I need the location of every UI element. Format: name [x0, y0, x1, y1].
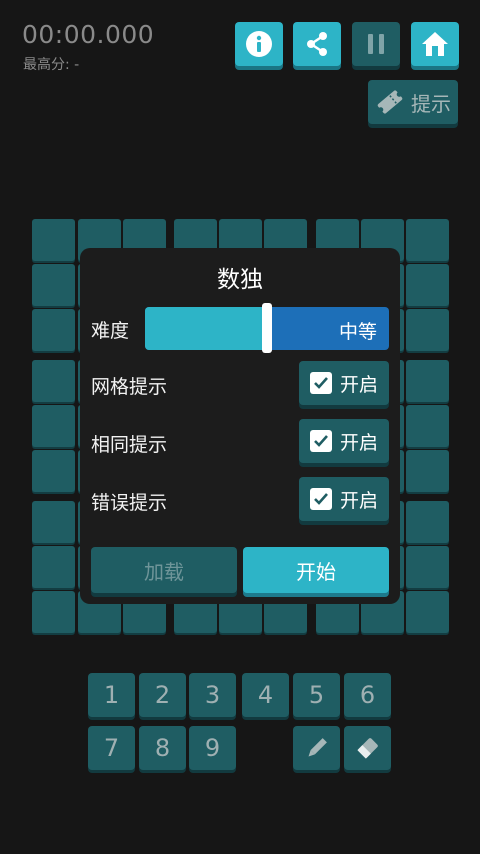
grid-cell-r1c9[interactable]	[406, 219, 449, 261]
toggle-label: 开启	[339, 489, 378, 512]
home-icon	[422, 32, 448, 56]
grid-cell-r6c1[interactable]	[32, 450, 75, 492]
grid-cell-r9c9[interactable]	[406, 591, 449, 633]
grid-cell-r7c1[interactable]	[32, 501, 75, 543]
checkbox	[309, 488, 332, 510]
difficulty-value: 中等	[338, 321, 377, 343]
checkbox	[309, 372, 332, 394]
ticket-icon	[377, 90, 403, 114]
grid-cell-r3c9[interactable]	[406, 309, 449, 351]
number-key-2[interactable]: 2	[139, 673, 186, 717]
grid-cell-r7c9[interactable]	[406, 501, 449, 543]
number-key-1[interactable]: 1	[88, 673, 135, 717]
difficulty-label: 难度	[91, 320, 130, 342]
grid-cell-r4c9[interactable]	[406, 360, 449, 402]
checkmark-icon	[314, 493, 328, 505]
grid-cell-r9c1[interactable]	[32, 591, 75, 633]
grid-cell-r6c9[interactable]	[406, 450, 449, 492]
toggle-label: 开启	[339, 373, 378, 396]
info-button[interactable]	[235, 22, 283, 66]
grid-cell-r2c9[interactable]	[406, 264, 449, 306]
same-hint-toggle[interactable]: 开启	[299, 419, 389, 463]
difficulty-slider-fill	[145, 307, 267, 350]
timer: 00:00.000	[22, 20, 155, 49]
eraser-icon	[356, 738, 378, 759]
grid-cell-r5c1[interactable]	[32, 405, 75, 447]
load-button[interactable]: 加载	[91, 547, 237, 593]
checkbox	[309, 430, 332, 452]
error-hint-toggle[interactable]: 开启	[299, 477, 389, 521]
number-key-3[interactable]: 3	[189, 673, 236, 717]
checkmark-icon	[314, 435, 328, 447]
grid-cell-r1c1[interactable]	[32, 219, 75, 261]
same-hint-label: 相同提示	[91, 434, 168, 456]
error-hint-label: 错误提示	[91, 492, 168, 514]
best-score: 最高分: -	[23, 57, 80, 73]
grid-cell-r2c1[interactable]	[32, 264, 75, 306]
grid-cell-r3c1[interactable]	[32, 309, 75, 351]
grid-cell-r8c1[interactable]	[32, 546, 75, 588]
number-key-5[interactable]: 5	[293, 673, 340, 717]
grid-cell-r5c9[interactable]	[406, 405, 449, 447]
eraser-button[interactable]	[344, 726, 391, 770]
grid-hint-toggle[interactable]: 开启	[299, 361, 389, 405]
grid-cell-r8c9[interactable]	[406, 546, 449, 588]
grid-hint-label: 网格提示	[91, 376, 168, 398]
pencil-button[interactable]	[293, 726, 340, 770]
hint-button[interactable]: 提示	[368, 80, 458, 124]
number-key-4[interactable]: 4	[242, 673, 289, 717]
difficulty-slider-thumb[interactable]	[262, 303, 272, 353]
number-key-6[interactable]: 6	[344, 673, 391, 717]
dialog-title: 数独	[217, 267, 263, 293]
number-key-8[interactable]: 8	[139, 726, 186, 770]
info-icon	[246, 31, 272, 57]
new-game-dialog: 数独 难度 中等 网格提示 开启 相同提示 开启 错误提示 开启 加载 开始	[80, 248, 400, 604]
start-button[interactable]: 开始	[243, 547, 389, 593]
toggle-label: 开启	[339, 431, 378, 454]
pencil-icon	[308, 738, 327, 757]
hint-label: 提示	[411, 91, 451, 116]
checkmark-icon	[314, 377, 328, 389]
share-button[interactable]	[293, 22, 341, 66]
pause-button[interactable]	[352, 22, 400, 66]
share-icon	[307, 32, 327, 56]
home-button[interactable]	[411, 22, 459, 66]
pause-icon	[368, 34, 384, 54]
number-key-9[interactable]: 9	[189, 726, 236, 770]
grid-cell-r4c1[interactable]	[32, 360, 75, 402]
number-key-7[interactable]: 7	[88, 726, 135, 770]
